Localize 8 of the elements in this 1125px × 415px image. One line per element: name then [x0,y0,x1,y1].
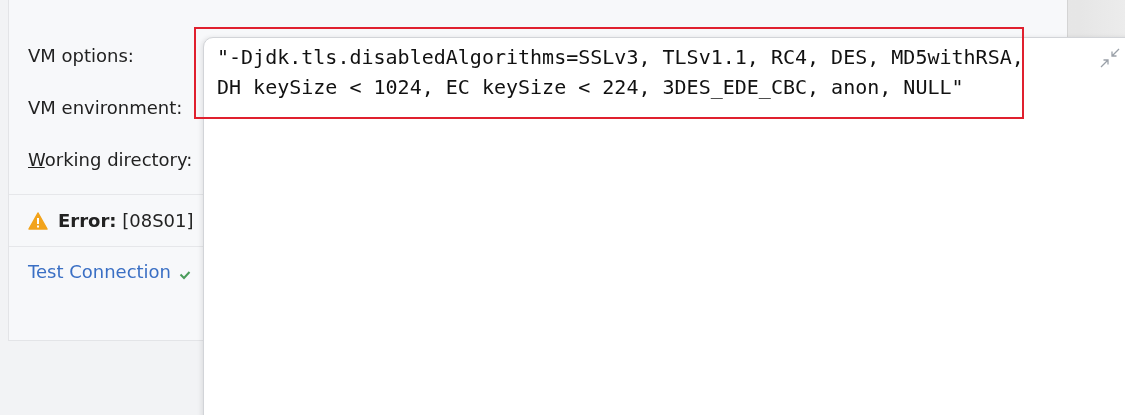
field-label: VM options: [28,44,134,68]
editor-field[interactable]: "-Djdk.tls.disabledAlgorithms=SSLv3, TLSv1.1, RC4, DES, MD5withRSA, DH keySize < 1024, EC keySize < 224, 3DES_EDE_CBC, anon, NULL" [217,42,1036,112]
field-label: Working directory: [28,148,193,172]
collapse-icon[interactable] [1100,48,1120,68]
error-message: Error: [08S01] [58,210,194,231]
field-label: VM environment: [28,96,183,120]
warning-icon [28,211,48,230]
test-connection-link[interactable]: Test Connection [28,261,171,282]
